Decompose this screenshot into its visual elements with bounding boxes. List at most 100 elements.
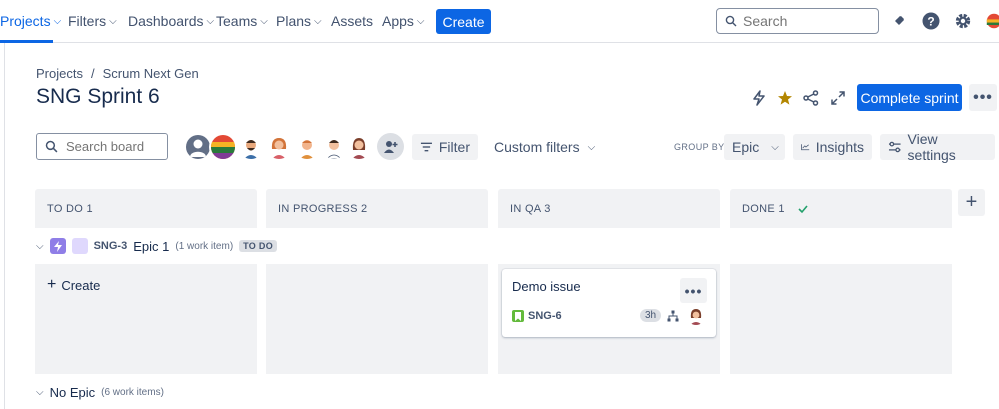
create-issue-button[interactable]: + Create — [47, 276, 100, 294]
column-title: IN QA 3 — [510, 202, 551, 215]
search-board[interactable] — [36, 133, 168, 160]
plus-icon: + — [47, 276, 57, 293]
nav-dashboards-label: Dashboards — [128, 13, 204, 29]
group-by-label: GROUP BY — [674, 142, 725, 152]
group-by-select[interactable]: Epic ⌵ — [724, 134, 785, 160]
search-icon — [725, 15, 737, 27]
column-header-in-progress: IN PROGRESS 2 — [266, 189, 488, 228]
issue-card[interactable]: Demo issue ••• SNG-6 3h — [502, 269, 716, 337]
epic-color-swatch — [71, 238, 88, 254]
custom-filters-label: Custom filters — [494, 139, 580, 155]
nav-apps[interactable]: Apps ⌵ — [382, 0, 425, 42]
view-settings-label: View settings — [907, 131, 956, 163]
chevron-down-icon: ⌵ — [314, 15, 322, 27]
filter-button[interactable]: Filter — [412, 134, 478, 160]
nav-teams-label: Teams — [216, 13, 258, 29]
settings-sliders-icon — [888, 141, 901, 153]
column-header-done: DONE 1 — [730, 189, 952, 228]
share-icon[interactable] — [801, 88, 821, 108]
left-rail — [0, 43, 5, 409]
issue-title: Demo issue — [512, 279, 581, 294]
avatar[interactable] — [209, 133, 237, 161]
chevron-down-icon: ⌵ — [109, 15, 117, 27]
nav-projects[interactable]: Projects ⌵ — [0, 0, 61, 42]
breadcrumb-project[interactable]: Scrum Next Gen — [103, 66, 199, 81]
fullscreen-icon[interactable] — [828, 88, 848, 108]
custom-filters-dropdown[interactable]: Custom filters ⌵ — [494, 134, 595, 160]
chevron-down-icon: ⌵ — [53, 15, 62, 27]
no-epic-label: No Epic — [49, 385, 96, 400]
plus-icon: + — [965, 191, 978, 213]
column-header-todo: TO DO 1 — [35, 189, 257, 228]
hierarchy-icon — [667, 310, 679, 322]
epic-icon — [49, 238, 66, 254]
column-cell-done — [730, 264, 952, 374]
avatar[interactable] — [320, 133, 348, 161]
more-icon: ••• — [684, 282, 703, 299]
no-epic-swimlane-header[interactable]: ⌵ No Epic (6 work items) — [36, 385, 164, 400]
avatar[interactable] — [184, 133, 212, 161]
profile-avatar[interactable] — [986, 11, 999, 31]
view-settings-button[interactable]: View settings — [880, 131, 995, 163]
notifications-icon[interactable] — [889, 11, 909, 31]
epic-count: (1 work item) — [175, 240, 234, 252]
help-icon[interactable]: ? — [921, 11, 941, 31]
epic-swimlane-header[interactable]: ⌵ SNG-3 Epic 1 (1 work item) TO DO — [36, 237, 277, 255]
nav-assets[interactable]: Assets — [331, 0, 373, 42]
column-title: DONE 1 — [742, 202, 785, 215]
assignee-avatar[interactable] — [687, 307, 705, 325]
nav-active-indicator — [0, 40, 53, 43]
insights-label: Insights — [815, 139, 864, 155]
chevron-down-icon: ⌵ — [587, 141, 596, 153]
filter-label: Filter — [438, 139, 470, 155]
top-navigation: Projects ⌵ Filters ⌵ Dashboards ⌵ Teams ⌵ Pl… — [0, 0, 999, 43]
nav-dashboards[interactable]: Dashboards ⌵ — [128, 0, 214, 42]
avatar[interactable] — [293, 133, 321, 161]
search-board-input[interactable] — [66, 139, 161, 154]
breadcrumb-projects[interactable]: Projects — [36, 66, 83, 81]
nav-apps-label: Apps — [382, 13, 414, 29]
complete-sprint-button[interactable]: Complete sprint — [857, 84, 962, 111]
more-icon: ••• — [973, 88, 993, 106]
insights-icon — [801, 144, 810, 151]
nav-projects-label: Projects — [0, 13, 51, 29]
chevron-down-icon: ⌵ — [36, 387, 44, 398]
filter-icon — [420, 142, 432, 152]
create-issue-label: Create — [61, 277, 101, 293]
check-icon — [798, 204, 808, 213]
svg-text:?: ? — [927, 15, 934, 29]
avatar[interactable] — [265, 133, 293, 161]
create-button[interactable]: Create — [436, 9, 491, 34]
nav-teams[interactable]: Teams ⌵ — [216, 0, 268, 42]
chevron-down-icon: ⌵ — [206, 15, 215, 27]
automation-icon[interactable] — [749, 88, 769, 108]
star-icon[interactable] — [775, 88, 795, 108]
column-title: TO DO 1 — [47, 202, 93, 215]
story-icon — [512, 310, 524, 322]
insights-button[interactable]: Insights — [793, 134, 872, 160]
breadcrumb-separator: / — [90, 66, 95, 81]
status-badge: TO DO — [239, 240, 277, 252]
chevron-down-icon: ⌵ — [36, 240, 44, 252]
global-search-input[interactable] — [743, 13, 863, 29]
nav-filters-label: Filters — [68, 13, 107, 29]
add-user-icon — [383, 140, 397, 153]
column-cell-in-progress — [266, 264, 488, 374]
nav-plans-label: Plans — [276, 13, 312, 29]
avatar[interactable] — [237, 133, 265, 161]
estimate-badge: 3h — [640, 309, 662, 322]
column-header-in-qa: IN QA 3 — [498, 189, 720, 228]
global-search[interactable] — [716, 8, 879, 34]
card-more-button[interactable]: ••• — [680, 278, 707, 303]
gear-icon[interactable] — [953, 11, 973, 31]
add-column-button[interactable]: + — [958, 189, 985, 216]
epic-key[interactable]: SNG-3 — [94, 240, 128, 252]
more-actions-button[interactable]: ••• — [969, 84, 997, 111]
issue-key[interactable]: SNG-6 — [528, 310, 562, 322]
nav-plans[interactable]: Plans ⌵ — [276, 0, 322, 42]
epic-name: Epic 1 — [133, 238, 170, 254]
avatar[interactable] — [345, 133, 373, 161]
nav-filters[interactable]: Filters ⌵ — [68, 0, 117, 42]
column-title: IN PROGRESS 2 — [278, 202, 368, 215]
add-people-button[interactable] — [377, 133, 404, 160]
